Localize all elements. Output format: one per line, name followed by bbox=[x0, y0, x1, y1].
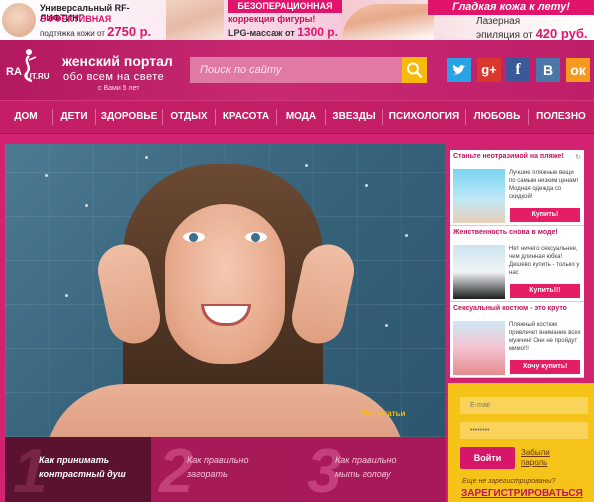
nav-item-love[interactable]: ЛЮБОВЬ bbox=[466, 100, 528, 134]
site-search bbox=[190, 57, 427, 83]
water-drop bbox=[365, 184, 368, 187]
water-drop bbox=[305, 164, 308, 167]
ad-image[interactable] bbox=[453, 245, 505, 299]
water-drop bbox=[65, 294, 68, 297]
nav-item-stars[interactable]: ЗВЕЗДЫ bbox=[326, 100, 382, 134]
hero-slide-image[interactable] bbox=[5, 144, 446, 437]
ad-text: Лучшие пляжные вещи по самым низким цена… bbox=[509, 170, 579, 200]
twitter-icon bbox=[452, 64, 466, 75]
nav-item-useful[interactable]: ПОЛЕЗНО bbox=[529, 100, 593, 134]
twitter-button[interactable] bbox=[447, 58, 471, 82]
logo-text-left: RA bbox=[6, 66, 22, 78]
login-box: Войти Забыли пароль Еще не зарегистриров… bbox=[448, 383, 594, 502]
nav-item-health[interactable]: ЗДОРОВЬЕ bbox=[96, 100, 162, 134]
site-since: с Вами 5 лет bbox=[98, 85, 140, 92]
register-link[interactable]: ЗАРЕГИСТРИРОВАТЬСЯ bbox=[461, 488, 583, 499]
ad-text: Пляжный костюм привлечет внимание всех м… bbox=[509, 322, 581, 352]
search-icon bbox=[407, 62, 423, 78]
slider-tab[interactable]: 3 Как правильно мыть голову bbox=[297, 437, 446, 502]
water-drop bbox=[45, 174, 48, 177]
nav-item-fashion[interactable]: МОДА bbox=[277, 100, 325, 134]
ad-block-skirt[interactable]: Женственность снова в моде! Нет ничего с… bbox=[450, 226, 584, 302]
vkontakte-button[interactable]: B bbox=[536, 58, 560, 82]
odnoklassniki-button[interactable]: ок bbox=[566, 58, 590, 82]
banner-price: 1300 р. bbox=[297, 25, 338, 39]
nav-item-kids[interactable]: ДЕТИ bbox=[53, 100, 95, 134]
ad-text: Нет ничего сексуальнее, чем длинная юбка… bbox=[509, 246, 580, 276]
banner-line: коррекция фигуры! bbox=[228, 14, 316, 24]
google-plus-button[interactable]: g+ bbox=[477, 58, 501, 82]
promo-banner-rf-lifting[interactable]: Универсальный RF-ЛИФТИНГ ЭФФЕКТИВНАЯ под… bbox=[0, 0, 166, 40]
banner-photo bbox=[342, 4, 434, 40]
site-logo[interactable]: RA UT.RU bbox=[6, 48, 56, 88]
nav-item-home[interactable]: ДОМ bbox=[0, 100, 52, 134]
water-drop bbox=[385, 324, 388, 327]
nav-item-psychology[interactable]: ПСИХОЛОГИЯ bbox=[383, 100, 465, 134]
hero-eye bbox=[183, 232, 205, 242]
ad-title[interactable]: Сексуальный костюм - это круто bbox=[453, 305, 571, 313]
site-header: RA UT.RU женский портал обо всем на свет… bbox=[0, 40, 594, 100]
email-field[interactable] bbox=[460, 397, 588, 414]
water-drop bbox=[145, 156, 148, 159]
login-button[interactable]: Войти bbox=[460, 447, 515, 469]
banner-photo bbox=[166, 0, 224, 40]
banner-line: ЭФФЕКТИВНАЯ bbox=[40, 14, 112, 24]
ad-title[interactable]: Станьте неотразимой на пляже! bbox=[453, 153, 571, 161]
search-button[interactable] bbox=[402, 57, 427, 83]
facebook-button[interactable]: f bbox=[506, 58, 530, 82]
site-subtitle: обо всем на свете bbox=[63, 71, 165, 83]
slider-tabs: 1 Как принимать контрастный душ 2 Как пр… bbox=[5, 437, 446, 502]
banner-price: 420 руб. bbox=[535, 26, 588, 40]
ad-block-swimsuit[interactable]: Сексуальный костюм - это круто Пляжный к… bbox=[450, 302, 584, 378]
ad-title[interactable]: Женственность снова в моде! bbox=[453, 229, 571, 237]
water-drop bbox=[405, 234, 408, 237]
slider-tab-label: Как правильно загорать bbox=[187, 455, 249, 479]
banner-photo bbox=[2, 3, 36, 37]
banner-price-prefix: LPG-массаж от bbox=[228, 28, 295, 38]
slider-tab[interactable]: 2 Как правильно загорать bbox=[151, 437, 297, 502]
search-input[interactable] bbox=[190, 57, 402, 83]
sidebar-ads: Станьте неотразимой на пляже! ↻ Лучшие п… bbox=[450, 150, 584, 378]
nav-item-beauty[interactable]: КРАСОТА bbox=[216, 100, 276, 134]
promo-banner-lpg[interactable]: БЕЗОПЕРАЦИОННАЯ коррекция фигуры! LPG-ма… bbox=[166, 0, 342, 40]
all-articles-link[interactable]: Все статьи bbox=[362, 409, 405, 418]
not-registered-text: Еще не зарегистрированы? bbox=[462, 478, 556, 485]
logo-text-right: UT.RU bbox=[26, 72, 50, 81]
ad-buy-button[interactable]: Купить! bbox=[510, 208, 580, 222]
ad-buy-button[interactable]: Купить!!! bbox=[510, 284, 580, 298]
slider-tab-label: Как принимать контрастный душ bbox=[39, 455, 126, 479]
promo-banner-strip: Универсальный RF-ЛИФТИНГ ЭФФЕКТИВНАЯ под… bbox=[0, 0, 594, 40]
ad-image[interactable] bbox=[453, 321, 505, 375]
hero-eye bbox=[245, 232, 267, 242]
site-title: женский портал bbox=[62, 53, 173, 69]
banner-price: 2750 р. bbox=[107, 24, 152, 39]
hero-shoulders bbox=[45, 384, 405, 437]
nav-item-rest[interactable]: ОТДЫХ bbox=[163, 100, 215, 134]
ad-buy-button[interactable]: Хочу купить! bbox=[510, 360, 580, 374]
banner-header: Гладкая кожа к лету! bbox=[428, 0, 594, 15]
main-nav: ДОМ ДЕТИ ЗДОРОВЬЕ ОТДЫХ КРАСОТА МОДА ЗВЕ… bbox=[0, 100, 594, 134]
ad-image[interactable] bbox=[453, 169, 505, 223]
ad-refresh-icon[interactable]: ↻ bbox=[575, 153, 581, 161]
banner-price-line: эпиляция от 420 руб. bbox=[476, 26, 588, 40]
water-drop bbox=[85, 204, 88, 207]
slider-tab-active[interactable]: 1 Как принимать контрастный душ bbox=[5, 437, 151, 502]
banner-price-line: подтяжка кожи от 2750 р. bbox=[40, 24, 151, 39]
promo-banner-laser[interactable]: Гладкая кожа к лету! Лазерная эпиляция о… bbox=[342, 0, 594, 40]
forgot-password-link[interactable]: Забыли пароль bbox=[521, 448, 571, 468]
banner-price-prefix: подтяжка кожи от bbox=[40, 29, 105, 38]
slider-tab-label: Как правильно мыть голову bbox=[335, 455, 397, 479]
banner-price-line: LPG-массаж от 1300 р. bbox=[228, 25, 338, 39]
ad-block-beach[interactable]: Станьте неотразимой на пляже! ↻ Лучшие п… bbox=[450, 150, 584, 226]
password-field[interactable] bbox=[460, 422, 588, 439]
hero-face bbox=[165, 204, 285, 364]
banner-price-prefix: эпиляция от bbox=[476, 30, 533, 40]
banner-header: БЕЗОПЕРАЦИОННАЯ bbox=[228, 0, 342, 13]
